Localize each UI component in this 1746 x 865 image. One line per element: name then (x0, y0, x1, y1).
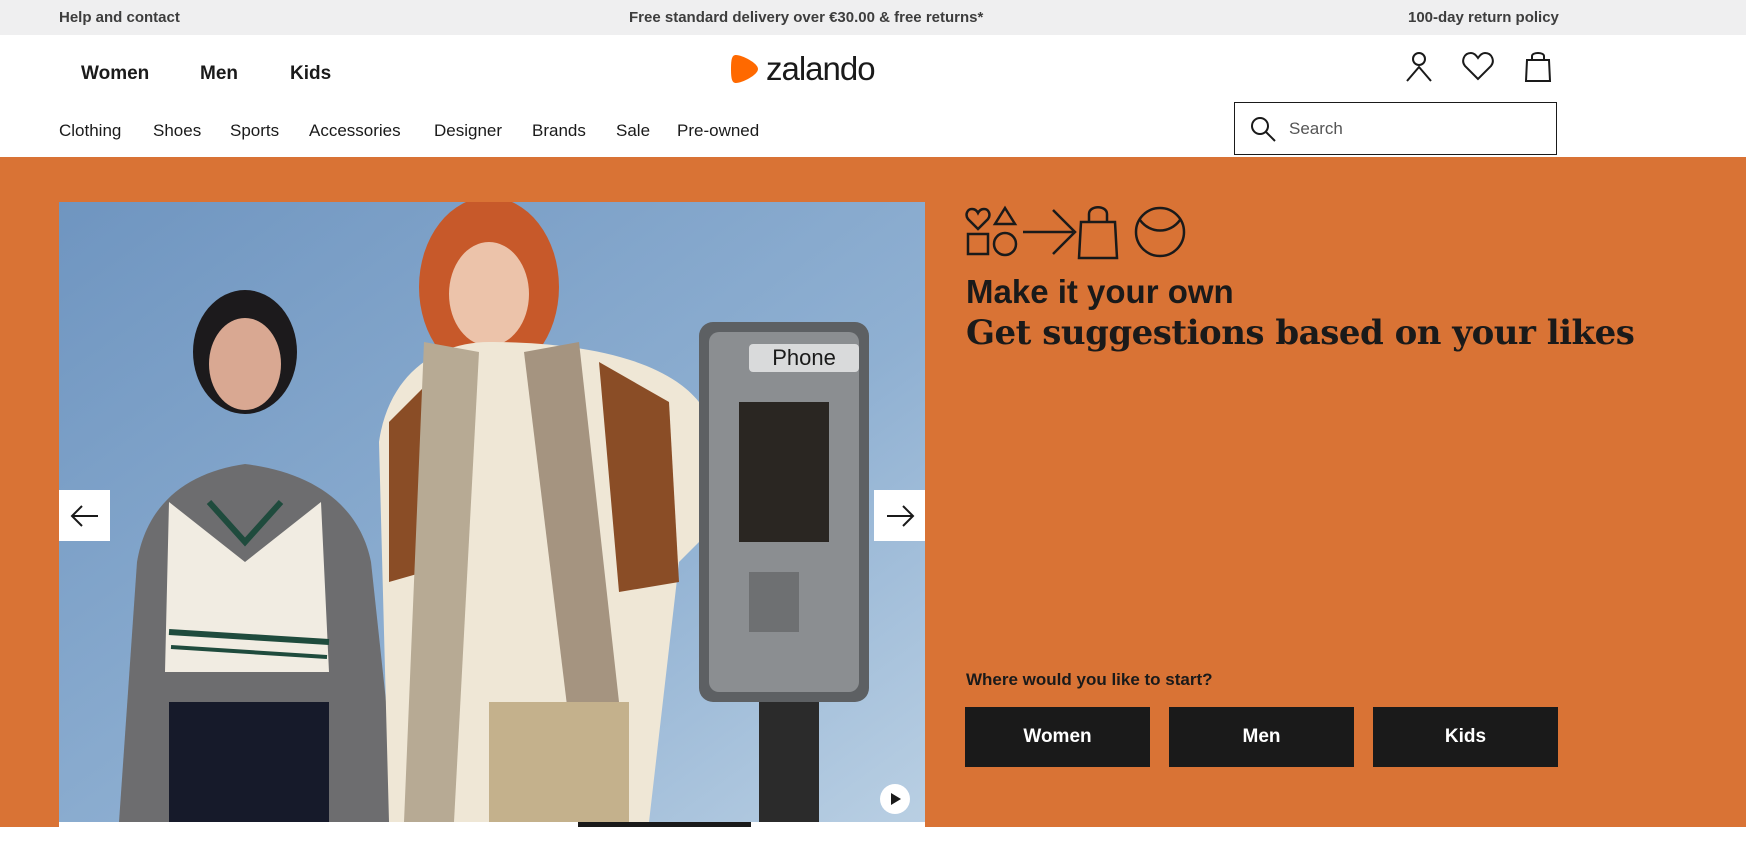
bag-icon (1077, 206, 1119, 260)
arrow-left-icon (70, 504, 98, 527)
phone-sign-text: Phone (772, 345, 836, 370)
account-icon[interactable] (1402, 49, 1436, 83)
cat-accessories[interactable]: Accessories (309, 121, 401, 141)
start-question: Where would you like to start? (966, 670, 1213, 689)
hero-photo: Phone (59, 202, 925, 822)
carousel-next-button[interactable] (874, 490, 925, 541)
heart-shapes-icon (965, 205, 1018, 257)
search-box[interactable] (1234, 102, 1557, 155)
shopping-bag-icon[interactable] (1521, 49, 1555, 83)
nav-men[interactable]: Men (200, 63, 238, 85)
zalando-logo[interactable]: zalando (730, 49, 876, 89)
hero-title: Make it your own (966, 273, 1234, 310)
start-women-button[interactable]: Women (965, 707, 1150, 767)
promo-icons (965, 202, 1190, 267)
start-men-button[interactable]: Men (1169, 707, 1354, 767)
hero-banner: Phone Make it your own Get suggestions b… (0, 157, 1746, 827)
cat-brands[interactable]: Brands (532, 121, 586, 141)
nav-women[interactable]: Women (81, 63, 149, 85)
cat-clothing[interactable]: Clothing (59, 121, 121, 141)
delivery-info[interactable]: Free standard delivery over €30.00 & fre… (629, 9, 983, 26)
top-info-bar: Help and contact Free standard delivery … (0, 0, 1746, 35)
logo-mark-icon (731, 55, 758, 83)
arrow-right-icon (1023, 209, 1077, 255)
carousel-progress (59, 822, 925, 827)
carousel-prev-button[interactable] (59, 490, 110, 541)
help-contact-link[interactable]: Help and contact (59, 9, 180, 26)
return-policy-link[interactable]: 100-day return policy (1408, 9, 1559, 26)
site-header: Women Men Kids zalando Clothing Shoes Sp… (0, 35, 1746, 157)
cat-shoes[interactable]: Shoes (153, 121, 201, 141)
cat-designer[interactable]: Designer (434, 121, 502, 141)
logo-text: zalando (766, 50, 876, 87)
hero-photo-illustration: Phone (59, 202, 925, 822)
arrow-right-icon (886, 504, 914, 527)
cat-sale[interactable]: Sale (616, 121, 650, 141)
carousel-play-button[interactable] (880, 784, 910, 814)
carousel-progress-fill (578, 822, 751, 827)
smile-icon (1134, 206, 1186, 258)
hero-subtitle: Get suggestions based on your likes (966, 313, 1635, 353)
nav-kids[interactable]: Kids (290, 63, 331, 85)
search-input[interactable] (1289, 116, 1539, 142)
cat-pre-owned[interactable]: Pre-owned (677, 121, 759, 141)
search-icon (1251, 117, 1276, 142)
start-kids-button[interactable]: Kids (1373, 707, 1558, 767)
wishlist-heart-icon[interactable] (1461, 49, 1495, 83)
cat-sports[interactable]: Sports (230, 121, 279, 141)
play-icon (891, 793, 901, 805)
